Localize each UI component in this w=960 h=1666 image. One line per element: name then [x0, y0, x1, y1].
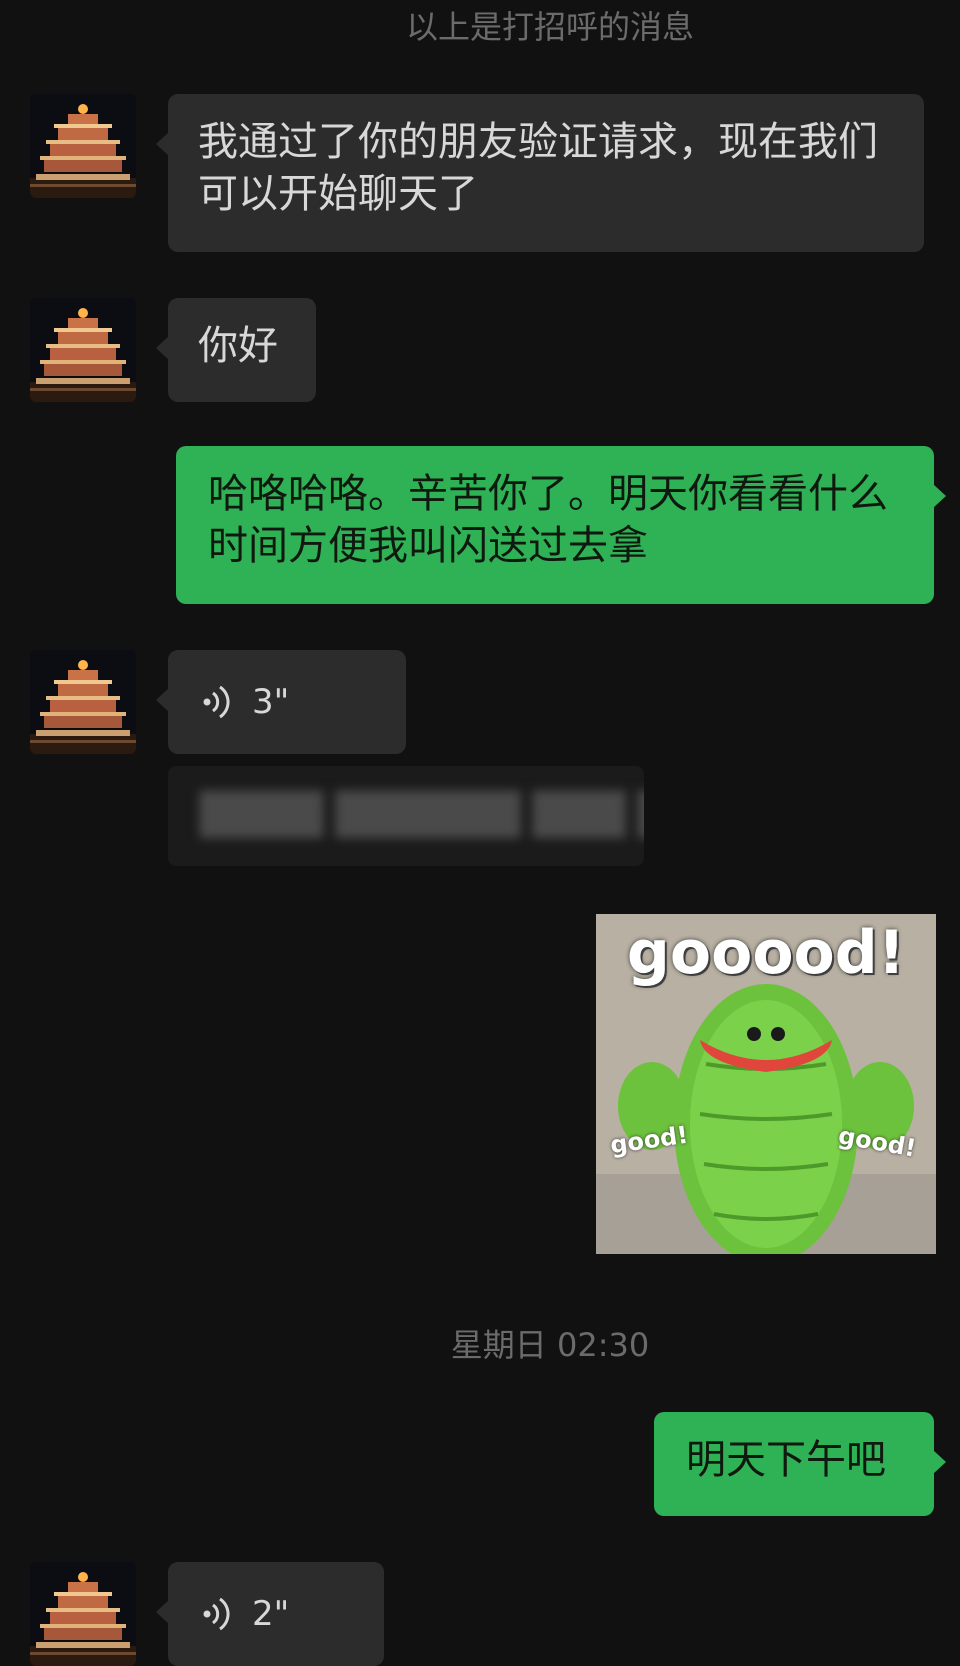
voice-duration: 2"	[252, 1594, 290, 1634]
message-bubble-outgoing[interactable]: 哈咯哈咯。辛苦你了。明天你看看什么时间方便我叫闪送过去拿	[176, 446, 946, 604]
message-bubble-outgoing[interactable]: 明天下午吧	[654, 1412, 946, 1516]
message-text: 哈咯哈咯。辛苦你了。明天你看看什么时间方便我叫闪送过去拿	[208, 471, 888, 569]
message-bubble-incoming[interactable]: 我通过了你的朋友验证请求，现在我们可以开始聊天了	[156, 94, 924, 252]
redacted-text: ████ ██████ ███ ████	[200, 792, 644, 838]
message-text: 明天下午吧	[686, 1437, 886, 1483]
voice-message-bubble[interactable]: 2"	[156, 1562, 384, 1666]
blurred-message-bubble[interactable]: ████ ██████ ███ ████	[168, 766, 644, 866]
voice-wave-icon	[203, 1597, 230, 1631]
contact-avatar[interactable]	[30, 94, 136, 198]
pagoda-icon	[30, 298, 136, 402]
pagoda-icon	[30, 94, 136, 198]
voice-message-bubble[interactable]: 3"	[156, 650, 406, 754]
message-text: 你好	[198, 323, 278, 369]
message-timestamp: 星期日 02:30	[450, 1326, 650, 1364]
contact-avatar[interactable]	[30, 298, 136, 402]
pagoda-icon	[30, 650, 136, 754]
sticker-image[interactable]: gooood! good! good!	[596, 914, 936, 1254]
message-text: 我通过了你的朋友验证请求，现在我们可以开始聊天了	[198, 119, 878, 217]
contact-avatar[interactable]	[30, 1562, 136, 1666]
sticker-title: gooood!	[626, 918, 906, 988]
pagoda-icon	[30, 1562, 136, 1666]
system-notice: 以上是打招呼的消息	[405, 8, 694, 46]
voice-duration: 3"	[252, 682, 290, 722]
message-bubble-incoming[interactable]: 你好	[156, 298, 316, 402]
voice-wave-icon	[203, 685, 230, 719]
contact-avatar[interactable]	[30, 650, 136, 754]
